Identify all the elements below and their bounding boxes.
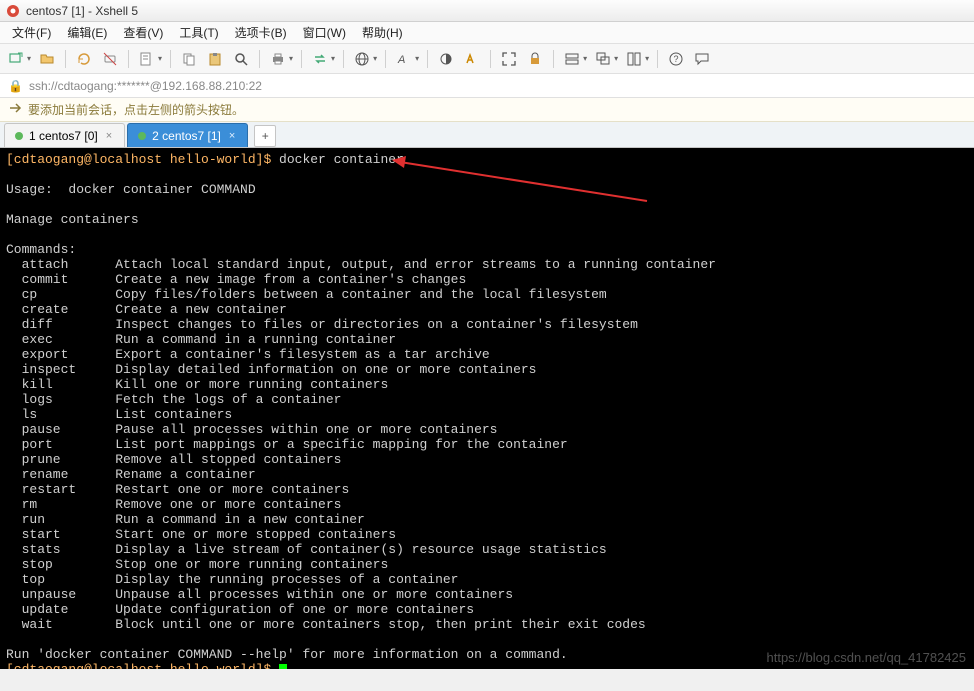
separator: [490, 50, 491, 68]
cursor-icon: [279, 664, 287, 669]
new-session-icon[interactable]: [6, 49, 26, 69]
tile-horizontal-icon[interactable]: [562, 49, 582, 69]
tab-label: 1 centos7 [0]: [29, 129, 98, 143]
language-icon[interactable]: [352, 49, 372, 69]
chevron-down-icon[interactable]: ▾: [415, 54, 419, 63]
copy-icon[interactable]: [179, 49, 199, 69]
chevron-down-icon[interactable]: ▾: [331, 54, 335, 63]
separator: [259, 50, 260, 68]
tab-centos7-0[interactable]: 1 centos7 [0] ×: [4, 123, 125, 147]
menu-window[interactable]: 窗口(W): [297, 22, 352, 43]
session-url[interactable]: ssh://cdtaogang:*******@192.168.88.210:2…: [29, 79, 262, 93]
lock-small-icon: 🔒: [8, 79, 23, 93]
info-text: 要添加当前会话，点击左侧的箭头按钮。: [28, 101, 244, 118]
reconnect-icon[interactable]: [74, 49, 94, 69]
annotation-arrow-icon: [392, 156, 652, 208]
separator: [657, 50, 658, 68]
chevron-down-icon[interactable]: ▾: [289, 54, 293, 63]
new-tab-button[interactable]: +: [254, 125, 276, 147]
prompt-user: [cdtaogang@localhost hello-world]$: [6, 662, 279, 669]
separator: [385, 50, 386, 68]
address-bar: 🔒 ssh://cdtaogang:*******@192.168.88.210…: [0, 74, 974, 98]
chevron-down-icon[interactable]: ▾: [583, 54, 587, 63]
chevron-down-icon[interactable]: ▾: [645, 54, 649, 63]
chevron-down-icon[interactable]: ▾: [158, 54, 162, 63]
separator: [128, 50, 129, 68]
fullscreen-icon[interactable]: [499, 49, 519, 69]
tab-label: 2 centos7 [1]: [152, 129, 221, 143]
tile-vertical-icon[interactable]: [624, 49, 644, 69]
separator: [301, 50, 302, 68]
separator: [553, 50, 554, 68]
svg-text:A: A: [397, 54, 405, 66]
find-icon[interactable]: [231, 49, 251, 69]
info-bar: 要添加当前会话，点击左侧的箭头按钮。: [0, 98, 974, 122]
window-title: centos7 [1] - Xshell 5: [26, 4, 138, 18]
tab-bar: 1 centos7 [0] × 2 centos7 [1] × +: [0, 122, 974, 148]
help-icon[interactable]: ?: [666, 49, 686, 69]
separator: [65, 50, 66, 68]
transfer-icon[interactable]: [310, 49, 330, 69]
highlight-icon[interactable]: [462, 49, 482, 69]
separator: [427, 50, 428, 68]
menu-view[interactable]: 查看(V): [117, 22, 169, 43]
open-icon[interactable]: [37, 49, 57, 69]
paste-icon[interactable]: [205, 49, 225, 69]
color-scheme-icon[interactable]: [436, 49, 456, 69]
chat-icon[interactable]: [692, 49, 712, 69]
svg-text:?: ?: [674, 54, 679, 64]
lock-icon[interactable]: [525, 49, 545, 69]
menubar: 文件(F) 编辑(E) 查看(V) 工具(T) 选项卡(B) 窗口(W) 帮助(…: [0, 22, 974, 44]
close-icon[interactable]: ×: [104, 130, 114, 142]
menu-file[interactable]: 文件(F): [6, 22, 57, 43]
print-icon[interactable]: [268, 49, 288, 69]
status-dot-icon: [138, 132, 146, 140]
app-icon: [6, 4, 20, 18]
watermark: https://blog.csdn.net/qq_41782425: [767, 650, 967, 665]
close-icon[interactable]: ×: [227, 130, 237, 142]
chevron-down-icon[interactable]: ▾: [373, 54, 377, 63]
properties-icon[interactable]: [137, 49, 157, 69]
font-icon[interactable]: A: [394, 49, 414, 69]
menu-help[interactable]: 帮助(H): [356, 22, 409, 43]
tile-cascade-icon[interactable]: [593, 49, 613, 69]
disconnect-icon[interactable]: [100, 49, 120, 69]
menu-edit[interactable]: 编辑(E): [61, 22, 113, 43]
chevron-down-icon[interactable]: ▾: [27, 54, 31, 63]
separator: [170, 50, 171, 68]
prompt-user: [cdtaogang@localhost hello-world]$: [6, 152, 279, 167]
titlebar: centos7 [1] - Xshell 5: [0, 0, 974, 22]
tab-centos7-1[interactable]: 2 centos7 [1] ×: [127, 123, 248, 147]
terminal[interactable]: [cdtaogang@localhost hello-world]$ docke…: [0, 148, 974, 669]
toolbar: ▾ ▾ ▾ ▾ ▾ A ▾ ▾ ▾ ▾ ?: [0, 44, 974, 74]
separator: [343, 50, 344, 68]
prompt-command: docker container: [279, 152, 404, 167]
menu-tab[interactable]: 选项卡(B): [229, 22, 293, 43]
add-session-arrow-icon[interactable]: [8, 101, 22, 118]
chevron-down-icon[interactable]: ▾: [614, 54, 618, 63]
menu-tools[interactable]: 工具(T): [173, 22, 224, 43]
terminal-output: Usage: docker container COMMAND Manage c…: [6, 182, 716, 662]
status-dot-icon: [15, 132, 23, 140]
